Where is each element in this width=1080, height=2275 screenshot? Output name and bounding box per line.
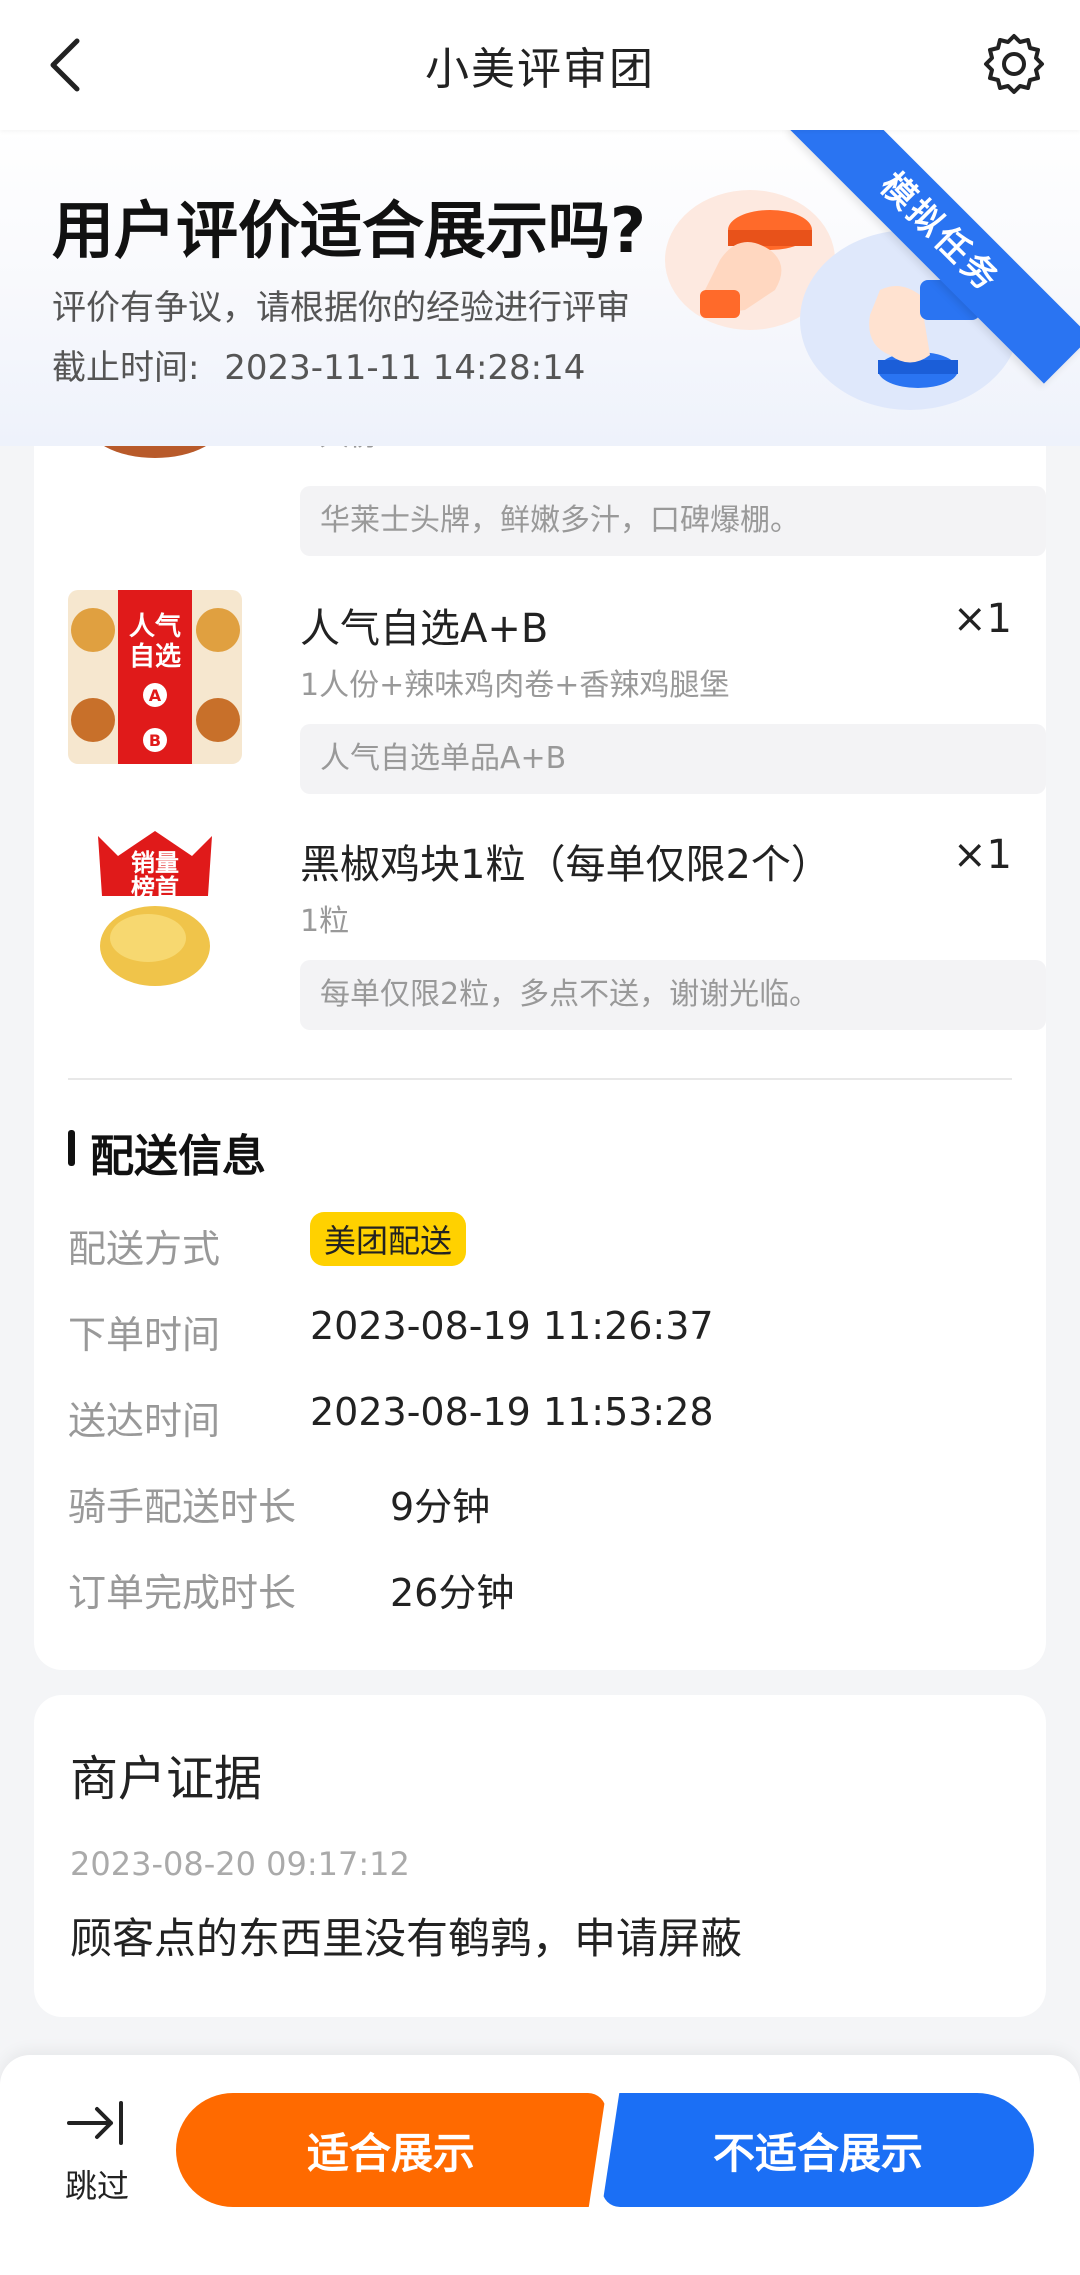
- delivery-label: 配送方式: [68, 1227, 221, 1271]
- delivery-row: 下单时间 2023-08-19 11:26:37: [68, 1304, 714, 1359]
- chevron-left-icon[interactable]: [30, 30, 100, 100]
- dish-note: 每单仅限2粒，多点不送，谢谢光临。: [300, 960, 1046, 1030]
- delivery-row: 订单完成时长 26分钟: [68, 1562, 514, 1617]
- delivery-value: 2023-08-19 11:26:37: [310, 1304, 714, 1348]
- svg-text:榜首: 榜首: [131, 874, 179, 902]
- skip-icon: [67, 2101, 123, 2145]
- delivery-label: 订单完成时长: [68, 1571, 297, 1615]
- dish-name: 黑椒鸡块1粒（每单仅限2个）: [300, 842, 831, 888]
- review-banner: 用户评价适合展示吗? 评价有争议，请根据你的经验进行评审 截止时间: 2023-…: [0, 130, 1080, 446]
- dish-note: 人气自选单品A+B: [300, 724, 1046, 794]
- evidence-title: 商户证据: [70, 1751, 263, 1807]
- skip-label: 跳过: [64, 2167, 129, 2205]
- top-nav-bar: 小美评审团: [0, 0, 1080, 130]
- delivery-row: 骑手配送时长 9分钟: [68, 1476, 490, 1531]
- delivery-row: 送达时间 2023-08-19 11:53:28: [68, 1390, 714, 1445]
- delivery-value: 9分钟: [390, 1485, 491, 1529]
- dish-thumbnail: 人气 自选 A B: [68, 590, 242, 764]
- gear-icon[interactable]: [976, 26, 1052, 102]
- banner-heading: 用户评价适合展示吗?: [52, 194, 646, 267]
- dish-spec: 1粒: [300, 904, 350, 939]
- delivery-label: 送达时间: [68, 1399, 221, 1443]
- divider: [68, 1078, 1012, 1080]
- dish-quantity: ×1: [953, 832, 1012, 878]
- svg-text:B: B: [149, 731, 161, 750]
- unsuitable-button[interactable]: 不适合展示: [602, 2093, 1034, 2207]
- svg-text:人气: 人气: [129, 611, 181, 642]
- delivery-section-title: 配送信息: [68, 1120, 266, 1184]
- delivery-method-badge: 美团配送: [310, 1212, 467, 1266]
- skip-button[interactable]: 跳过: [52, 2095, 142, 2215]
- delivery-row: 配送方式 美团配送: [68, 1212, 467, 1273]
- deadline-value: 2023-11-11 14:28:14: [224, 348, 586, 388]
- delivery-label: 下单时间: [68, 1313, 221, 1357]
- delivery-label: 骑手配送时长: [68, 1485, 297, 1529]
- evidence-text: 顾客点的东西里没有鹌鹑，申请屏蔽: [70, 1914, 743, 1963]
- banner-subtitle: 评价有争议，请根据你的经验进行评审: [52, 288, 630, 328]
- svg-text:自选: 自选: [129, 641, 181, 672]
- delivery-value: 2023-08-19 11:53:28: [310, 1390, 714, 1434]
- evidence-time: 2023-08-20 09:17:12: [70, 1845, 410, 1883]
- dish-thumbnail: 销量 榜首: [68, 826, 242, 1000]
- svg-text:A: A: [149, 686, 162, 705]
- dish-quantity: ×1: [953, 596, 1012, 642]
- order-detail-card: 1大份 华莱士头牌，鲜嫩多汁，口碑爆棚。 人气 自选 A B 人气自选A+B ×…: [34, 310, 1046, 1670]
- delivery-value: 26分钟: [390, 1571, 515, 1615]
- page-title: 小美评审团: [425, 44, 655, 95]
- deadline: 截止时间: 2023-11-11 14:28:14: [52, 340, 585, 389]
- deadline-label: 截止时间:: [52, 348, 200, 388]
- bottom-action-bar: 跳过 适合展示 不适合展示: [0, 2055, 1080, 2275]
- dish-spec: 1人份+辣味鸡肉卷+香辣鸡腿堡: [300, 668, 730, 703]
- svg-text:销量: 销量: [131, 849, 179, 877]
- merchant-evidence-card: 商户证据 2023-08-20 09:17:12 顾客点的东西里没有鹌鹑，申请屏…: [34, 1695, 1046, 2017]
- dish-name: 人气自选A+B: [300, 606, 549, 652]
- suitable-button[interactable]: 适合展示: [176, 2093, 606, 2207]
- dish-note: 华莱士头牌，鲜嫩多汁，口碑爆棚。: [300, 486, 1046, 556]
